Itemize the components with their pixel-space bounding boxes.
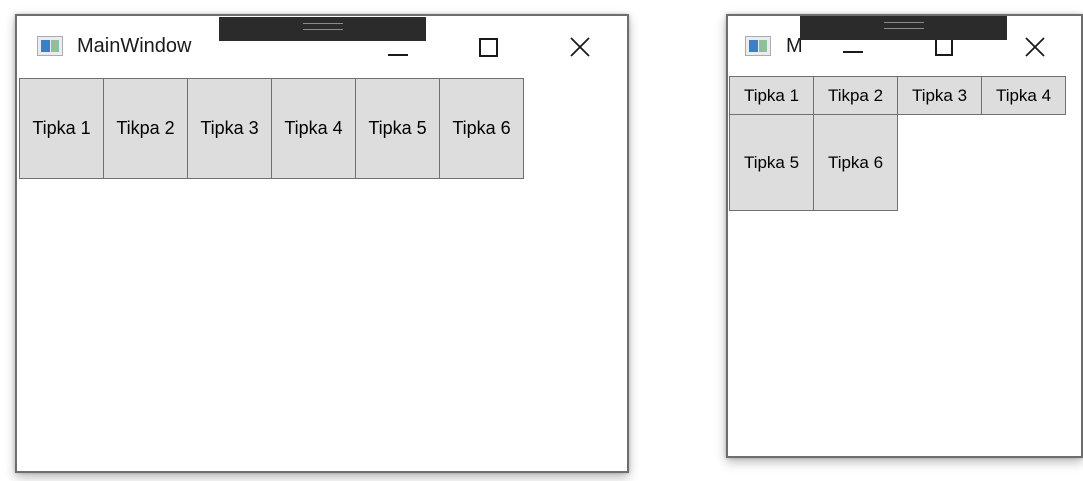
tipka-6-button[interactable]: Tipka 6 bbox=[439, 78, 524, 179]
close-icon[interactable] bbox=[1025, 37, 1045, 57]
tipka-4-button[interactable]: Tipka 4 bbox=[981, 76, 1066, 115]
tipka-5-button[interactable]: Tipka 5 bbox=[355, 78, 440, 179]
tipka-1-button[interactable]: Tipka 1 bbox=[19, 78, 104, 179]
app-window-icon bbox=[37, 36, 63, 56]
snap-layout-bar[interactable] bbox=[800, 16, 1007, 40]
tikpa-2-button[interactable]: Tikpa 2 bbox=[103, 78, 188, 179]
minimize-icon[interactable] bbox=[843, 51, 863, 53]
tipka-4-button[interactable]: Tipka 4 bbox=[271, 78, 356, 179]
main-window-narrow: M Tipka 1 Tikpa 2 Tipka 3 Tipka 4 Tipka … bbox=[726, 14, 1083, 458]
tipka-1-button[interactable]: Tipka 1 bbox=[729, 76, 814, 115]
tikpa-2-button[interactable]: Tikpa 2 bbox=[813, 76, 898, 115]
window-title: MainWindow bbox=[77, 35, 192, 57]
app-window-icon bbox=[745, 36, 771, 56]
tipka-5-button[interactable]: Tipka 5 bbox=[729, 114, 814, 211]
minimize-icon[interactable] bbox=[388, 54, 408, 56]
snap-layout-bar[interactable] bbox=[219, 17, 426, 41]
main-window-wide: MainWindow Tipka 1 Tikpa 2 Tipka 3 Tipka… bbox=[15, 14, 629, 473]
tipka-3-button[interactable]: Tipka 3 bbox=[187, 78, 272, 179]
maximize-icon[interactable] bbox=[935, 38, 953, 56]
tipka-6-button[interactable]: Tipka 6 bbox=[813, 114, 898, 211]
maximize-icon[interactable] bbox=[479, 38, 498, 57]
tipka-3-button[interactable]: Tipka 3 bbox=[897, 76, 982, 115]
close-icon[interactable] bbox=[570, 37, 590, 57]
